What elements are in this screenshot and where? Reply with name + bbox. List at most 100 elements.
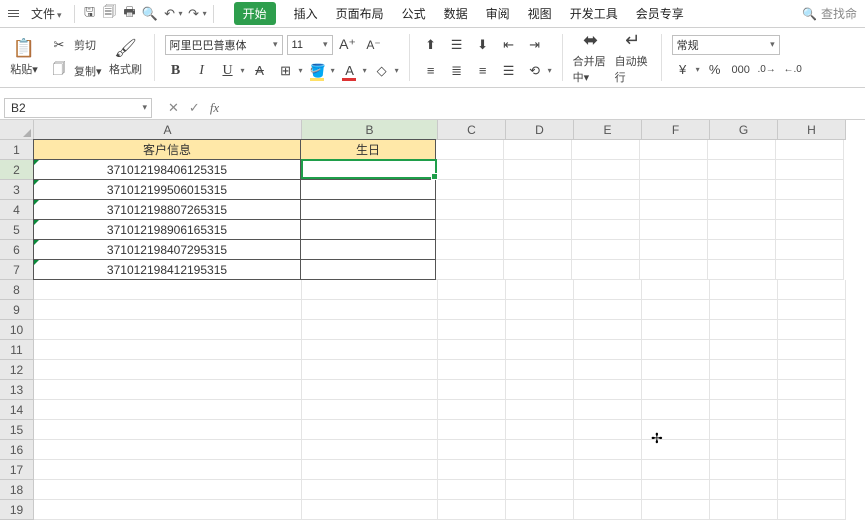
cell-D13[interactable] bbox=[506, 380, 574, 400]
tab-member[interactable]: 会员专享 bbox=[636, 5, 684, 22]
cell-D11[interactable] bbox=[506, 340, 574, 360]
saveas-icon[interactable]: 🗐 bbox=[101, 5, 119, 23]
fx-icon[interactable]: fx bbox=[210, 100, 219, 116]
cell-D19[interactable] bbox=[506, 500, 574, 520]
cell-A16[interactable] bbox=[34, 440, 302, 460]
cell-F12[interactable] bbox=[642, 360, 710, 380]
increase-font-icon[interactable]: A⁺ bbox=[337, 34, 359, 56]
cell-D18[interactable] bbox=[506, 480, 574, 500]
cell-B15[interactable] bbox=[302, 420, 438, 440]
cell-F15[interactable] bbox=[642, 420, 710, 440]
cell-E5[interactable] bbox=[572, 220, 640, 240]
cell-A3[interactable]: 371012199506015315 bbox=[33, 179, 301, 200]
cell-C19[interactable] bbox=[438, 500, 506, 520]
cell-C10[interactable] bbox=[438, 320, 506, 340]
cell-E1[interactable] bbox=[572, 140, 640, 160]
tab-devtools[interactable]: 开发工具 bbox=[570, 5, 618, 22]
number-format-select[interactable]: 常规▾ bbox=[672, 35, 780, 55]
tab-insert[interactable]: 插入 bbox=[294, 5, 318, 22]
cell-B5[interactable] bbox=[300, 219, 436, 240]
row-header-16[interactable]: 16 bbox=[0, 440, 34, 460]
cell-F6[interactable] bbox=[640, 240, 708, 260]
cell-D7[interactable] bbox=[504, 260, 572, 280]
cell-A2[interactable]: 371012198406125315 bbox=[33, 159, 301, 180]
cell-E19[interactable] bbox=[574, 500, 642, 520]
row-header-8[interactable]: 8 bbox=[0, 280, 34, 300]
cell-B3[interactable] bbox=[300, 179, 436, 200]
cell-A17[interactable] bbox=[34, 460, 302, 480]
align-center-icon[interactable]: ≣ bbox=[446, 60, 468, 82]
cell-G5[interactable] bbox=[708, 220, 776, 240]
cell-G17[interactable] bbox=[710, 460, 778, 480]
cell-F2[interactable] bbox=[640, 160, 708, 180]
cell-D10[interactable] bbox=[506, 320, 574, 340]
cell-H16[interactable] bbox=[778, 440, 846, 460]
cell-H17[interactable] bbox=[778, 460, 846, 480]
cell-G3[interactable] bbox=[708, 180, 776, 200]
cell-C8[interactable] bbox=[438, 280, 506, 300]
undo-icon[interactable]: ↶ bbox=[161, 5, 179, 23]
strike-button[interactable]: A bbox=[249, 60, 271, 82]
cell-C6[interactable] bbox=[436, 240, 504, 260]
cell-C14[interactable] bbox=[438, 400, 506, 420]
formula-input[interactable] bbox=[229, 98, 789, 118]
cell-C4[interactable] bbox=[436, 200, 504, 220]
cell-A11[interactable] bbox=[34, 340, 302, 360]
row-header-2[interactable]: 2 bbox=[0, 160, 34, 180]
format-painter-button[interactable]: 🖌 格式刷 bbox=[108, 32, 144, 83]
cell-D12[interactable] bbox=[506, 360, 574, 380]
tab-pagelayout[interactable]: 页面布局 bbox=[336, 5, 384, 22]
cell-G11[interactable] bbox=[710, 340, 778, 360]
col-header-A[interactable]: A bbox=[34, 120, 302, 140]
cell-E6[interactable] bbox=[572, 240, 640, 260]
cell-E10[interactable] bbox=[574, 320, 642, 340]
cell-A4[interactable]: 371012198807265315 bbox=[33, 199, 301, 220]
col-header-H[interactable]: H bbox=[778, 120, 846, 140]
cell-B9[interactable] bbox=[302, 300, 438, 320]
cell-H8[interactable] bbox=[778, 280, 846, 300]
cell-G16[interactable] bbox=[710, 440, 778, 460]
cell-A12[interactable] bbox=[34, 360, 302, 380]
tab-formula[interactable]: 公式 bbox=[402, 5, 426, 22]
cell-C12[interactable] bbox=[438, 360, 506, 380]
cell-A1[interactable]: 客户信息 bbox=[33, 139, 301, 160]
cell-D2[interactable] bbox=[504, 160, 572, 180]
cell-D17[interactable] bbox=[506, 460, 574, 480]
cell-A19[interactable] bbox=[34, 500, 302, 520]
cell-E14[interactable] bbox=[574, 400, 642, 420]
font-name-select[interactable]: 阿里巴巴普惠体▾ bbox=[165, 35, 283, 55]
cell-E9[interactable] bbox=[574, 300, 642, 320]
row-header-19[interactable]: 19 bbox=[0, 500, 34, 520]
cell-B17[interactable] bbox=[302, 460, 438, 480]
cell-D5[interactable] bbox=[504, 220, 572, 240]
cell-B7[interactable] bbox=[300, 259, 436, 280]
cell-H14[interactable] bbox=[778, 400, 846, 420]
cell-G9[interactable] bbox=[710, 300, 778, 320]
row-header-17[interactable]: 17 bbox=[0, 460, 34, 480]
tab-review[interactable]: 审阅 bbox=[486, 5, 510, 22]
row-header-7[interactable]: 7 bbox=[0, 260, 34, 280]
bold-button[interactable]: B bbox=[165, 60, 187, 82]
preview-icon[interactable]: 🔍 bbox=[141, 5, 159, 23]
row-header-12[interactable]: 12 bbox=[0, 360, 34, 380]
cell-A13[interactable] bbox=[34, 380, 302, 400]
cell-C1[interactable] bbox=[436, 140, 504, 160]
cell-C5[interactable] bbox=[436, 220, 504, 240]
cell-B19[interactable] bbox=[302, 500, 438, 520]
wrap-text-button[interactable]: ↵ 自动换行 bbox=[615, 32, 651, 83]
cell-H12[interactable] bbox=[778, 360, 846, 380]
cell-H9[interactable] bbox=[778, 300, 846, 320]
row-header-5[interactable]: 5 bbox=[0, 220, 34, 240]
cell-E16[interactable] bbox=[574, 440, 642, 460]
cell-E7[interactable] bbox=[572, 260, 640, 280]
cell-F18[interactable] bbox=[642, 480, 710, 500]
row-header-4[interactable]: 4 bbox=[0, 200, 34, 220]
cell-H19[interactable] bbox=[778, 500, 846, 520]
cell-F4[interactable] bbox=[640, 200, 708, 220]
decrease-font-icon[interactable]: A⁻ bbox=[363, 34, 385, 56]
decrease-decimal-icon[interactable]: ←.0 bbox=[782, 59, 804, 81]
cell-H18[interactable] bbox=[778, 480, 846, 500]
cell-F11[interactable] bbox=[642, 340, 710, 360]
cell-H7[interactable] bbox=[776, 260, 844, 280]
cell-A10[interactable] bbox=[34, 320, 302, 340]
